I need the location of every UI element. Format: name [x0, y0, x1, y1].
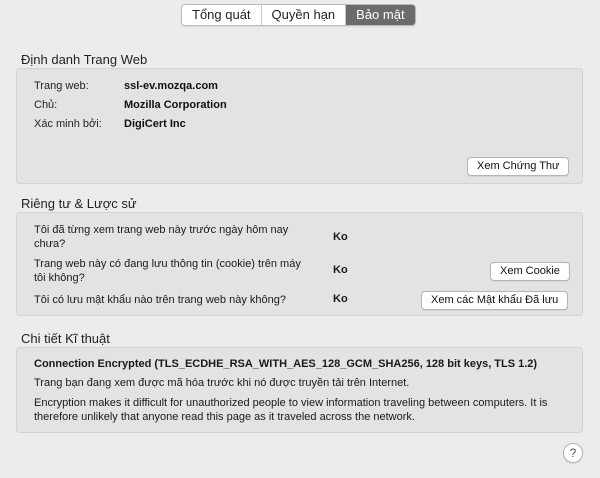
saved-passwords-answer: Ko [333, 293, 348, 305]
view-certificate-button[interactable]: Xem Chứng Thư [467, 157, 570, 176]
view-cookies-button[interactable]: Xem Cookie [490, 262, 570, 281]
saved-passwords-question: Tôi có lưu mật khẩu nào trên trang web n… [34, 294, 286, 306]
technical-box: Connection Encrypted (TLS_ECDHE_RSA_WITH… [16, 347, 583, 433]
help-button[interactable]: ? [563, 443, 583, 463]
verifier-value: DigiCert Inc [124, 118, 186, 130]
connection-encrypted-text: Connection Encrypted (TLS_ECDHE_RSA_WITH… [34, 358, 538, 370]
tab-general[interactable]: Tổng quát [182, 5, 262, 25]
verifier-label: Xác minh bởi: [34, 118, 102, 130]
website-label: Trang web: [34, 80, 89, 92]
encryption-explanation: Encryption makes it difficult for unauth… [34, 397, 548, 423]
privacy-box: Tôi đã từng xem trang web này trước ngày… [16, 212, 583, 316]
visited-before-question: Tôi đã từng xem trang web này trước ngày… [34, 224, 289, 250]
cookie-question: Trang web này có đang lưu thông tin (coo… [34, 258, 301, 284]
website-value: ssl-ev.mozqa.com [124, 80, 218, 92]
owner-value: Mozilla Corporation [124, 99, 227, 111]
owner-label: Chủ: [34, 99, 58, 111]
tab-bar: Tổng quát Quyền hạn Bảo mật [181, 4, 416, 26]
cookie-answer: Ko [333, 264, 348, 276]
visited-before-answer: Ko [333, 231, 348, 243]
view-saved-passwords-button[interactable]: Xem các Mật khẩu Đã lưu [421, 291, 569, 310]
tab-permissions[interactable]: Quyền hạn [262, 5, 347, 25]
identity-box: Trang web: ssl-ev.mozqa.com Chủ: Mozilla… [16, 68, 583, 184]
tab-security[interactable]: Bảo mật [346, 5, 415, 25]
technical-section-title: Chi tiết Kĩ thuật [21, 331, 110, 346]
privacy-section-title: Riêng tư & Lược sử [21, 196, 137, 211]
identity-section-title: Định danh Trang Web [21, 52, 148, 67]
encrypted-description: Trang bạn đang xem được mã hóa trước khi… [34, 377, 410, 389]
